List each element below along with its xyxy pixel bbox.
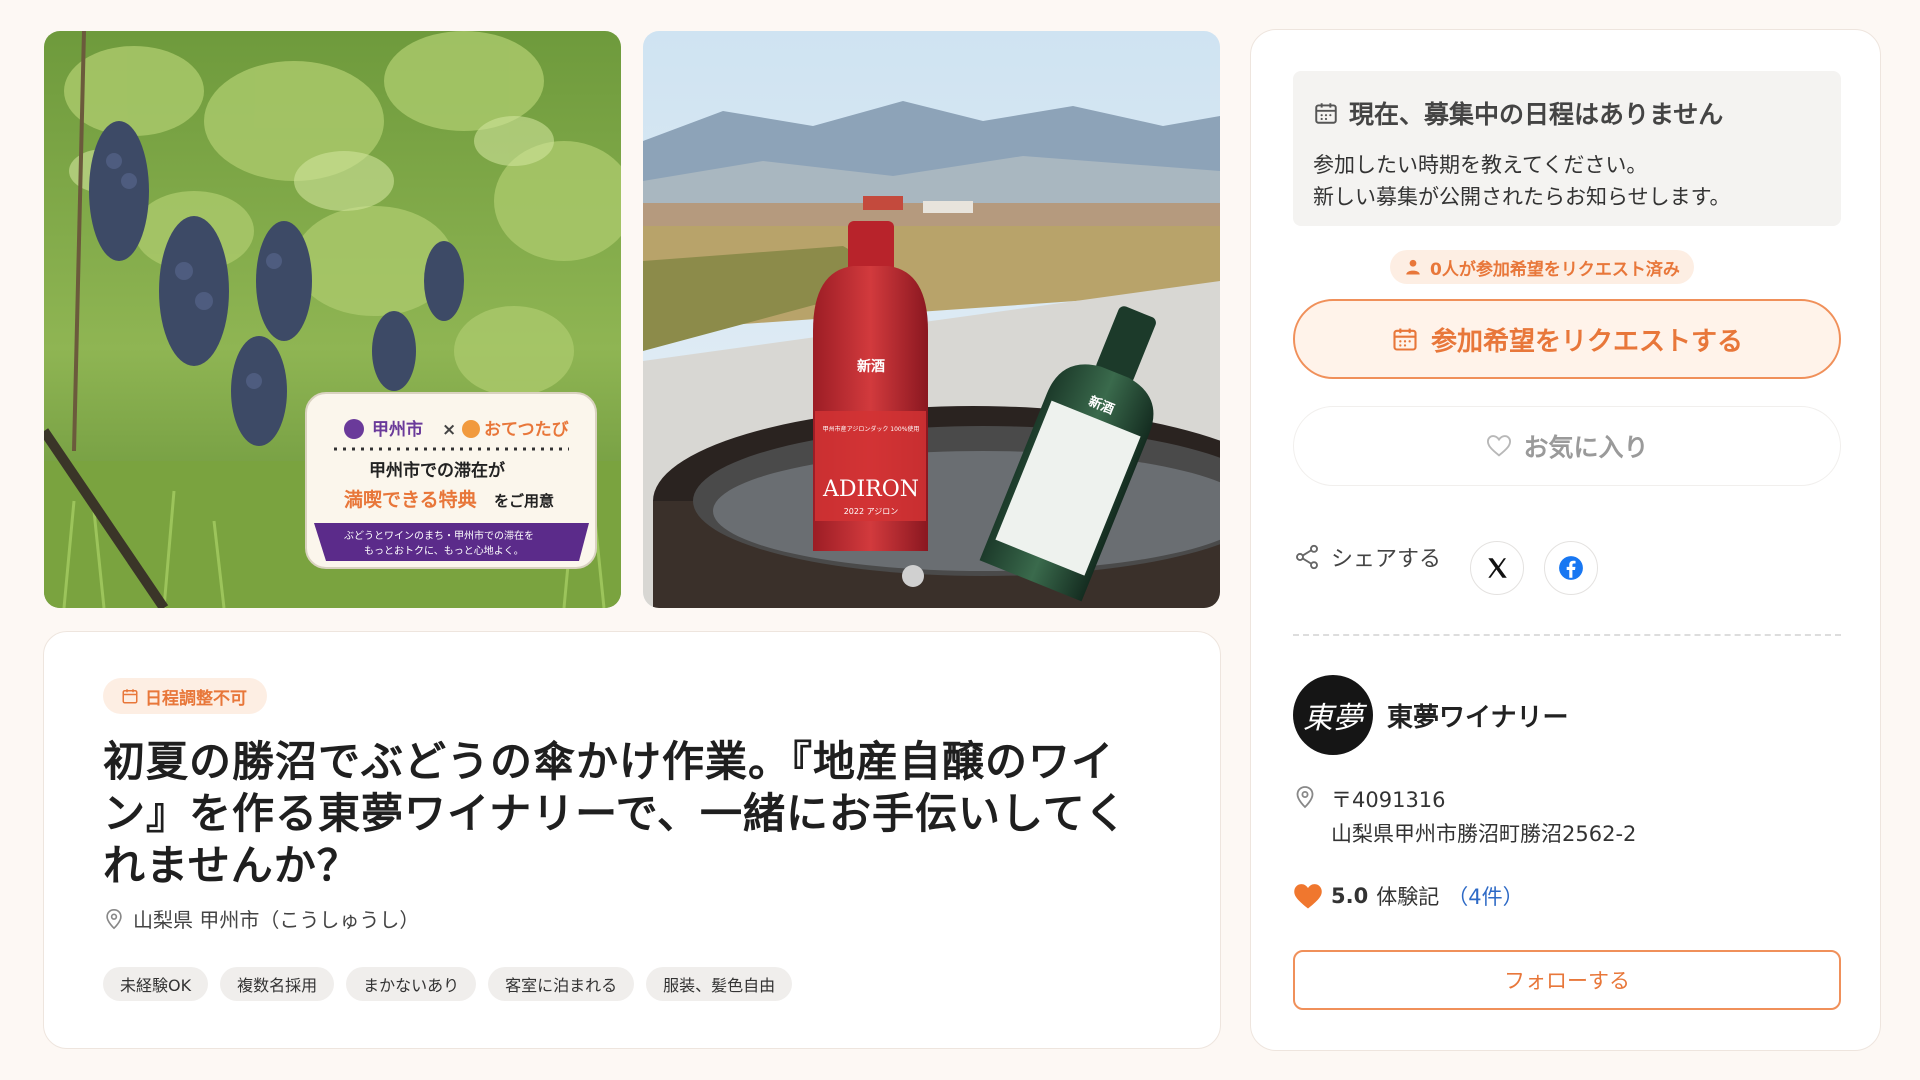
badge-cross: × — [442, 420, 456, 440]
request-participation-button[interactable]: 参加希望をリクエストする — [1293, 299, 1841, 379]
location: 山梨県 甲州市（こうしゅうし） — [103, 904, 419, 933]
organization[interactable]: 東夢 東夢ワイナリー — [1293, 675, 1568, 755]
badge-highlight: 満喫できる特典 — [344, 488, 477, 511]
chip: まかないあり — [346, 967, 477, 1001]
person-icon — [1406, 259, 1420, 275]
rating-score: 5.0 — [1331, 884, 1369, 908]
location-text: 山梨県 甲州市（こうしゅうし） — [133, 908, 420, 932]
rating: 5.0 体験記 （4件） — [1293, 881, 1524, 911]
review-count-link[interactable]: （4件） — [1447, 881, 1523, 911]
badge-brand: おてつたび — [484, 420, 569, 440]
vineyard-illustration: 甲州市 × おてつたび 甲州市での滞在が 満喫できる特典 をご用意 ぶどうとワイ… — [44, 31, 621, 608]
divider — [1293, 634, 1841, 636]
red-bottle-small: 甲州市産アジロンダック 100%使用 — [823, 425, 920, 433]
facebook-icon — [1559, 556, 1583, 580]
request-button-label: 参加希望をリクエストする — [1430, 326, 1743, 357]
chip: 服装、髪色自由 — [646, 967, 793, 1001]
notice-title: 現在、募集中の日程はありません — [1313, 95, 1723, 131]
org-name[interactable]: 東夢ワイナリー — [1387, 697, 1568, 734]
map-pin-icon — [1296, 786, 1314, 809]
map-pin-icon — [106, 908, 122, 929]
share-label: シェアする — [1331, 547, 1442, 572]
request-count-badge: 0人が参加希望をリクエスト済み — [1390, 250, 1694, 284]
badge-line1: 甲州市での滞在が — [369, 460, 505, 481]
org-avatar[interactable]: 東夢 — [1293, 675, 1373, 755]
no-schedule-notice: 現在、募集中の日程はありません 参加したい時期を教えてください。 新しい募集が公… — [1293, 71, 1841, 226]
share-icon — [1296, 544, 1318, 570]
badge-line2: をご用意 — [494, 492, 554, 510]
red-bottle-year: 2022 アジロン — [844, 507, 899, 516]
red-bottle-shinshu: 新酒 — [857, 358, 885, 375]
feature-chips: 未経験OK 複数名採用 まかないあり 客室に泊まれる 服装、髪色自由 — [103, 967, 793, 1001]
request-count-text: 0人が参加希望をリクエスト済み — [1430, 259, 1680, 280]
share-facebook-button[interactable] — [1544, 541, 1598, 595]
experience-card: 日程調整不可 初夏の勝沼でぶどうの傘かけ作業。『地産自醸のワイン』を作る東夢ワイ… — [43, 631, 1221, 1049]
notice-title-text: 現在、募集中の日程はありません — [1349, 100, 1724, 129]
calendar-icon — [122, 689, 138, 704]
favorite-button[interactable]: お気に入り — [1293, 406, 1841, 486]
address: 〒4091316 山梨県甲州市勝沼町勝沼2562-2 — [1293, 783, 1636, 851]
share-x-button[interactable] — [1470, 541, 1524, 595]
calendar-icon — [1315, 103, 1337, 124]
chip: 複数名採用 — [220, 967, 335, 1001]
badge-banner-2: もっとおトクに、もっと心地よく。 — [364, 544, 524, 557]
favorite-button-label: お気に入り — [1523, 433, 1649, 462]
postal-code: 〒4091316 — [1331, 788, 1446, 812]
badge-banner-1: ぶどうとワインのまち・甲州市での滞在を — [344, 529, 534, 542]
notice-line-2: 新しい募集が公開されたらお知らせします。 — [1313, 185, 1731, 209]
street-address: 山梨県甲州市勝沼町勝沼2562-2 — [1331, 822, 1637, 846]
campaign-badge: 甲州市 × おてつたび 甲州市での滞在が 満喫できる特典 をご用意 ぶどうとワイ… — [305, 392, 597, 569]
heart-outline-icon — [1487, 435, 1512, 457]
red-bottle-brand: ADIRON — [822, 477, 919, 502]
schedule-tag: 日程調整不可 — [103, 678, 267, 714]
wine-illustration: 新酒 甲州市産アジロンダック 100%使用 ADIRON 2022 アジロン 新… — [643, 31, 1220, 608]
chip: 客室に泊まれる — [488, 967, 635, 1001]
wine-photo[interactable]: 新酒 甲州市産アジロンダック 100%使用 ADIRON 2022 アジロン 新… — [643, 31, 1220, 608]
page-title: 初夏の勝沼でぶどうの傘かけ作業。『地産自醸のワイン』を作る東夢ワイナリーで、一緒… — [103, 737, 1128, 890]
schedule-tag-label: 日程調整不可 — [145, 688, 247, 709]
notice-line-1: 参加したい時期を教えてください。 — [1313, 153, 1648, 177]
vineyard-photo[interactable]: 甲州市 × おてつたび 甲州市での滞在が 満喫できる特典 をご用意 ぶどうとワイ… — [44, 31, 621, 608]
follow-button[interactable]: フォローする — [1293, 950, 1841, 1010]
rating-label: 体験記 — [1376, 885, 1440, 909]
x-logo-icon — [1488, 558, 1507, 578]
badge-city: 甲州市 — [372, 419, 423, 440]
side-panel: 現在、募集中の日程はありません 参加したい時期を教えてください。 新しい募集が公… — [1250, 29, 1881, 1051]
calendar-icon — [1393, 328, 1417, 351]
share-button[interactable]: シェアする — [1293, 541, 1441, 573]
heart-filled-icon — [1294, 884, 1322, 909]
chip: 未経験OK — [103, 967, 209, 1001]
